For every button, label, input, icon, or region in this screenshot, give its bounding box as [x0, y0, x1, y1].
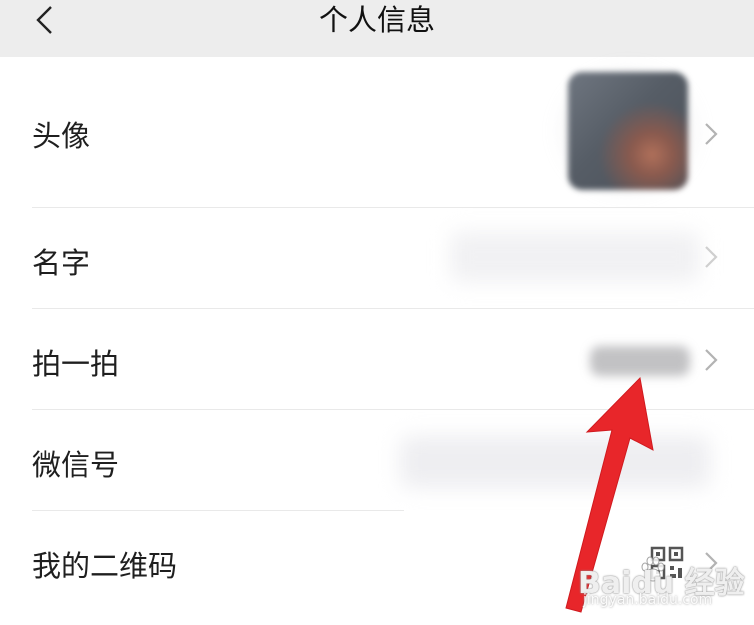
- watermark-url: jingyan.baidu.com: [583, 592, 713, 608]
- red-arrow-annotation: [565, 376, 654, 613]
